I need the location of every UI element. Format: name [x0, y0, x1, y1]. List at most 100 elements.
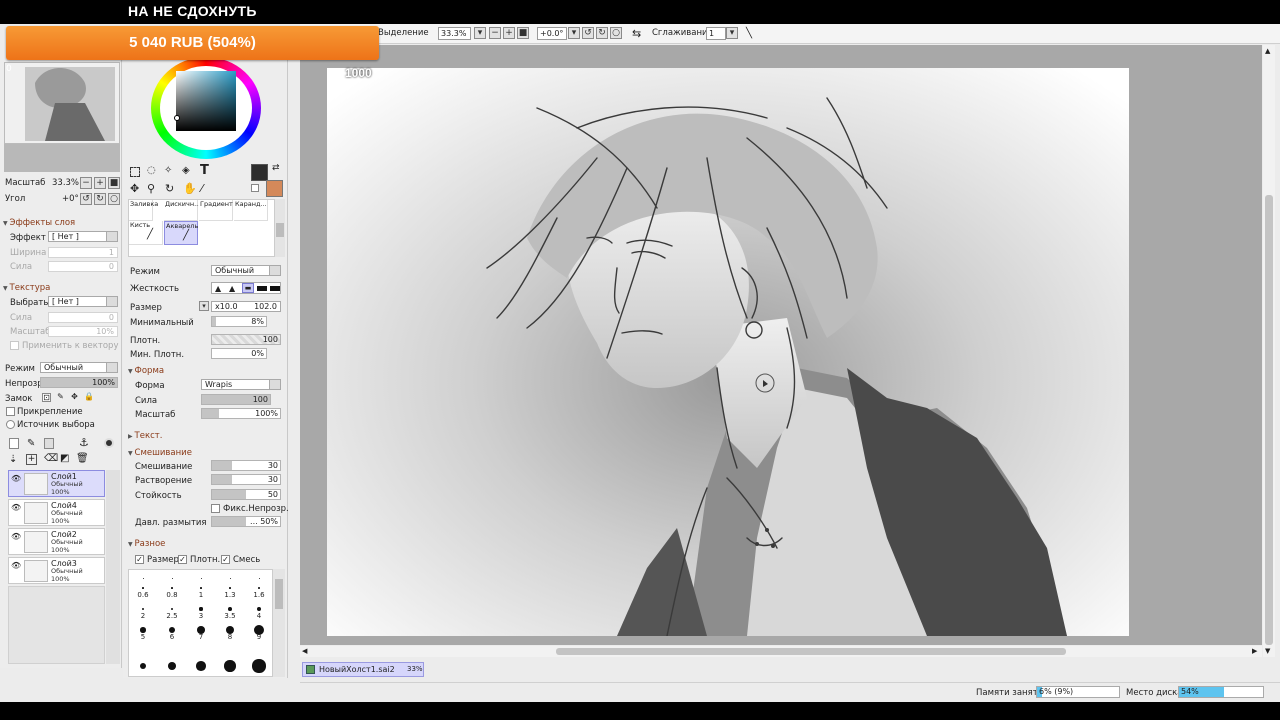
- eye-icon[interactable]: 👁: [11, 503, 21, 512]
- secondary-color-swatch[interactable]: [266, 180, 283, 197]
- texture-header[interactable]: Текстура: [3, 283, 51, 293]
- lock-paint-icon[interactable]: ✎: [56, 393, 65, 402]
- brush-size-dot[interactable]: [258, 587, 260, 589]
- brush-palette-scrollbar[interactable]: [275, 199, 285, 257]
- rotate-reset-icon[interactable]: ○: [610, 27, 622, 39]
- layer-merge-icon[interactable]: +: [26, 454, 37, 465]
- lock-pixels-icon[interactable]: ⊡: [42, 393, 51, 402]
- brush-size-grid[interactable]: 0.6 0.8 1 1.3 1.6 2 2.5 3 3.5 4 5 6 7 8 9: [128, 569, 273, 677]
- shape-scale-slider[interactable]: 100%: [201, 408, 281, 419]
- nav-rotate-left-icon[interactable]: ↺: [80, 193, 92, 205]
- new-folder-icon[interactable]: [44, 438, 54, 449]
- zoom-reset-icon[interactable]: ■: [517, 27, 529, 39]
- hardness-5-icon[interactable]: [270, 286, 280, 291]
- brush-size-dot[interactable]: [140, 663, 146, 669]
- zoom-field[interactable]: 33.3%: [438, 27, 471, 40]
- shape-dropdown[interactable]: Wrapis: [201, 379, 281, 390]
- nav-rotate-reset-icon[interactable]: ○: [108, 193, 120, 205]
- brush-size-dot[interactable]: [252, 659, 266, 673]
- magic-wand-icon[interactable]: ✧: [164, 165, 172, 176]
- eye-icon[interactable]: 👁: [11, 532, 21, 541]
- brush-slot-brush[interactable]: Кисть ╱: [129, 221, 163, 245]
- texture-dropdown[interactable]: [ Нет ]: [48, 296, 118, 307]
- zoom-dropdown-icon[interactable]: ▾: [474, 27, 486, 39]
- brush-size-dot[interactable]: [170, 607, 174, 611]
- eye-icon[interactable]: 👁: [11, 561, 21, 570]
- clip-checkbox[interactable]: [6, 407, 15, 416]
- rect-select-icon[interactable]: [130, 167, 140, 177]
- layer-opacity-slider[interactable]: 100%: [40, 377, 118, 388]
- brush-size-dot[interactable]: [259, 578, 260, 579]
- anchor-icon[interactable]: ⚓: [79, 436, 89, 449]
- zoom-in-icon[interactable]: +: [503, 27, 515, 39]
- brush-mode-dropdown[interactable]: Обычный: [211, 265, 281, 276]
- brush-size-dot[interactable]: [224, 660, 236, 672]
- texture-scale-field[interactable]: 10%: [48, 326, 118, 337]
- shape-select-icon[interactable]: ◈: [182, 165, 190, 176]
- shape-strength-slider[interactable]: 100: [201, 394, 271, 405]
- brush-size-dot[interactable]: [230, 578, 231, 579]
- eye-icon[interactable]: 👁: [11, 474, 21, 483]
- brush-size-dot[interactable]: [171, 587, 173, 589]
- nav-zoom-reset-icon[interactable]: ■: [108, 177, 120, 189]
- brush-size-field[interactable]: x10.0 102.0: [211, 301, 281, 312]
- blending-header[interactable]: Смешивание: [128, 448, 192, 458]
- color-wheel[interactable]: [151, 57, 263, 161]
- apply-vector-checkbox[interactable]: [10, 341, 19, 350]
- layer-effects-header[interactable]: Эффекты слоя: [3, 218, 76, 228]
- brush-slot[interactable]: Дискичн...: [164, 200, 200, 221]
- flip-icon[interactable]: ⇆: [632, 27, 641, 40]
- shape-header[interactable]: Форма: [128, 366, 165, 376]
- scroll-left-icon[interactable]: ◀: [302, 647, 307, 655]
- rotate-left-icon[interactable]: ↺: [582, 27, 594, 39]
- rotate-right-icon[interactable]: ↻: [596, 27, 608, 39]
- hardness-4-icon[interactable]: [257, 286, 267, 291]
- layer-item[interactable]: 👁 Слой4 Обычный 100%: [8, 499, 105, 526]
- hardness-2-icon[interactable]: ▲: [229, 284, 235, 293]
- hardness-3-icon[interactable]: ▬: [242, 283, 254, 293]
- min-size-slider[interactable]: 8%: [211, 316, 267, 327]
- smoothing-field[interactable]: 1: [706, 27, 726, 40]
- smoothing-dropdown-icon[interactable]: ▾: [726, 27, 738, 39]
- hardness-1-icon[interactable]: ▲: [215, 284, 221, 293]
- lock-move-icon[interactable]: ✥: [70, 393, 79, 402]
- rotate-tool-icon[interactable]: ↻: [165, 182, 174, 195]
- min-density-slider[interactable]: 0%: [211, 348, 267, 359]
- horizontal-scroll-thumb[interactable]: [556, 648, 1066, 655]
- delete-layer-icon[interactable]: 🗑: [76, 453, 89, 464]
- line-tool-icon[interactable]: ╲: [746, 27, 752, 40]
- nav-zoom-out-icon[interactable]: −: [80, 177, 92, 189]
- brush-size-dot[interactable]: [143, 578, 144, 579]
- layer-mask-icon[interactable]: [104, 438, 114, 448]
- brush-palette-scroll-thumb[interactable]: [276, 223, 284, 237]
- persistence-slider[interactable]: 50: [211, 489, 281, 500]
- zoom-tool-icon[interactable]: ⚲: [147, 182, 155, 195]
- size-grid-scrollbar[interactable]: [273, 569, 285, 677]
- layer-mode-dropdown[interactable]: Обычный: [40, 362, 118, 373]
- new-layer-icon[interactable]: [9, 438, 19, 449]
- saturation-value-square[interactable]: [176, 71, 236, 131]
- fix-opacity-checkbox[interactable]: [211, 504, 220, 513]
- vertical-scroll-thumb[interactable]: [1265, 195, 1273, 645]
- mix-slider[interactable]: 30: [211, 460, 281, 471]
- zoom-out-icon[interactable]: −: [489, 27, 501, 39]
- nav-zoom-in-icon[interactable]: +: [94, 177, 106, 189]
- move-icon[interactable]: ✥: [130, 182, 139, 195]
- layer-fill-icon[interactable]: ◩: [60, 453, 69, 464]
- brush-size-dot[interactable]: [141, 607, 145, 611]
- vertical-scrollbar[interactable]: ▲ ▼: [1263, 45, 1275, 657]
- scroll-up-icon[interactable]: ▲: [1265, 47, 1273, 55]
- size-pressure-checkbox[interactable]: ✓: [135, 555, 144, 564]
- angle-dropdown-icon[interactable]: ▾: [568, 27, 580, 39]
- brush-size-dot[interactable]: [140, 627, 146, 633]
- primary-color-swatch[interactable]: [251, 164, 268, 181]
- brush-size-dot[interactable]: [200, 587, 202, 589]
- selection-source-radio[interactable]: [6, 420, 15, 429]
- density-slider[interactable]: 100: [211, 334, 281, 345]
- horizontal-scrollbar[interactable]: ◀ ▶: [300, 646, 1262, 657]
- brush-size-dot[interactable]: [229, 587, 231, 589]
- hand-tool-icon[interactable]: ✋: [183, 182, 197, 195]
- eyedropper-icon[interactable]: ⁄: [201, 182, 203, 195]
- brush-size-dot[interactable]: [168, 662, 176, 670]
- lock-icon[interactable]: 🔒: [84, 393, 94, 402]
